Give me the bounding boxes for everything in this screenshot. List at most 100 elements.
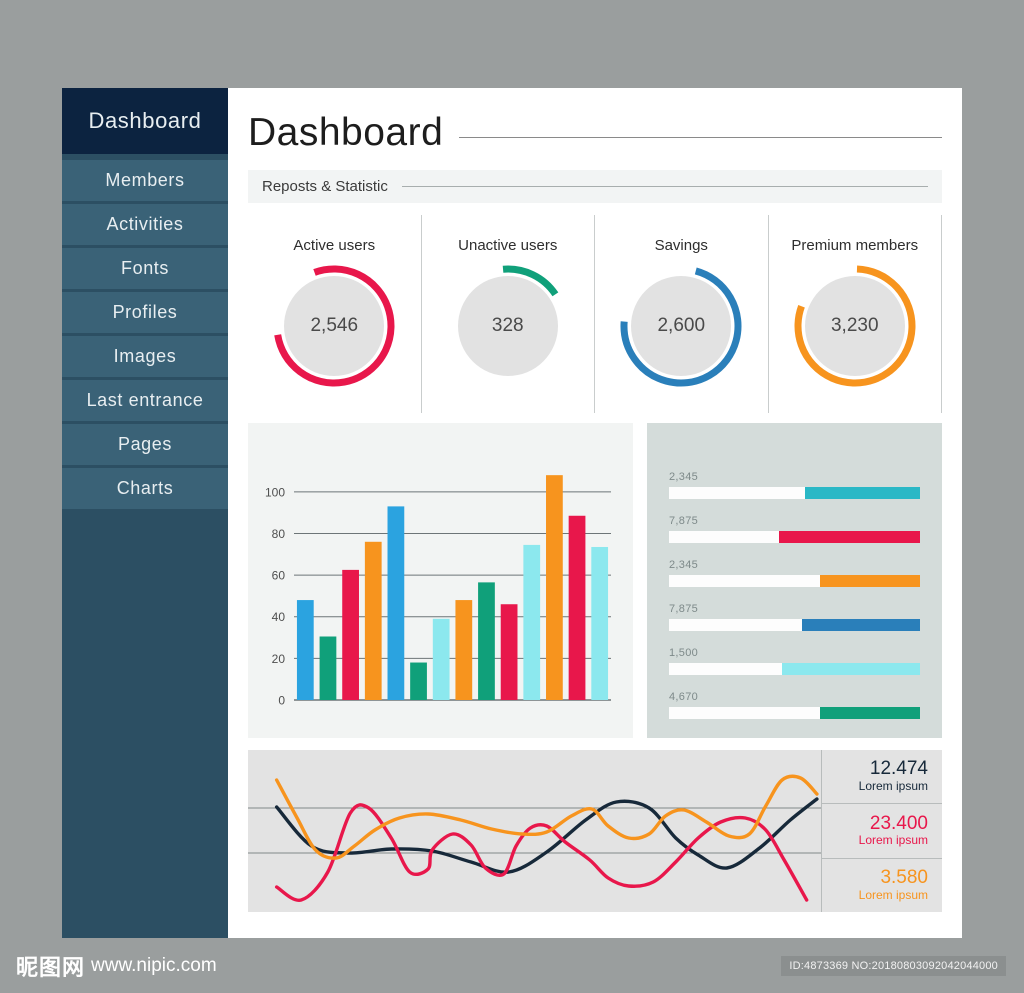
sidebar-item-images[interactable]: Images	[62, 336, 228, 377]
bar	[546, 475, 563, 700]
sidebar: Dashboard Members Activities Fonts Profi…	[62, 88, 228, 938]
progress-bar-label: 2,345	[669, 471, 699, 483]
stat-card-savings: Savings 2,600	[594, 215, 768, 413]
progress-bar-fill	[802, 619, 920, 631]
bar	[387, 506, 405, 700]
y-axis-tick-label: 40	[272, 610, 286, 624]
legend-value: 3.580	[880, 866, 928, 888]
bar	[319, 636, 337, 700]
progress-bar-item: 2,345	[669, 559, 920, 587]
progress-bar-fill	[804, 487, 920, 499]
bar-chart-svg: 0 20 40 60 80 100	[265, 475, 611, 708]
progress-bar-fill	[779, 531, 920, 543]
stat-card-value: 2,600	[657, 315, 706, 336]
bar	[591, 546, 609, 700]
stat-card-title: Savings	[654, 237, 708, 254]
legend-item: 12.474 Lorem ipsum	[822, 750, 942, 805]
progress-bar-label: 4,670	[669, 691, 699, 703]
bar	[342, 569, 359, 700]
stat-cards-row: Active users 2,546 Unactive users 328 Saving…	[248, 215, 942, 413]
stat-card-title: Active users	[293, 237, 376, 254]
donut-chart: 2,546	[268, 260, 400, 392]
stat-card-value: 3,230	[830, 315, 879, 336]
progress-bar-track	[669, 575, 920, 587]
bar	[478, 582, 495, 700]
legend-label: Lorem ipsum	[858, 833, 928, 848]
sidebar-item-activities[interactable]: Activities	[62, 204, 228, 245]
progress-bars-panel: 2,345 7,875 2,345 7,875 1,500 4,670	[647, 423, 942, 738]
sidebar-item-last-entrance[interactable]: Last entrance	[62, 380, 228, 421]
progress-bar-label: 7,875	[669, 515, 699, 527]
progress-bar-label: 2,345	[669, 559, 699, 571]
sidebar-item-charts[interactable]: Charts	[62, 468, 228, 509]
legend-item: 23.400 Lorem ipsum	[822, 804, 942, 859]
sidebar-item-members[interactable]: Members	[62, 160, 228, 201]
sidebar-item-label: Dashboard	[88, 108, 202, 133]
legend-value: 23.400	[869, 812, 928, 834]
sidebar-item-dashboard[interactable]: Dashboard	[62, 88, 228, 154]
sidebar-item-label: Activities	[106, 214, 184, 234]
bar	[364, 541, 382, 700]
progress-bar-label: 7,875	[669, 603, 699, 615]
sidebar-item-label: Fonts	[120, 258, 170, 278]
progress-bar-fill	[819, 707, 920, 719]
sidebar-item-pages[interactable]: Pages	[62, 424, 228, 465]
y-axis-tick-label: 0	[278, 694, 285, 708]
bar	[523, 544, 541, 700]
progress-bar-label: 1,500	[669, 647, 699, 659]
sidebar-item-label: Images	[113, 346, 177, 366]
progress-bar-fill	[819, 575, 920, 587]
legend-label: Lorem ipsum	[858, 887, 928, 902]
legend-label: Lorem ipsum	[858, 779, 928, 794]
progress-bar-item: 7,875	[669, 603, 920, 631]
donut-chart: 2,600	[615, 260, 747, 392]
progress-bar-list: 2,345 7,875 2,345 7,875 1,500 4,670	[647, 423, 942, 719]
sidebar-item-fonts[interactable]: Fonts	[62, 248, 228, 289]
sidebar-item-label: Pages	[117, 434, 173, 454]
line-chart-svg	[248, 750, 821, 912]
sidebar-item-profiles[interactable]: Profiles	[62, 292, 228, 333]
watermark-bar: 昵图网 www.nipic.com ID:4873369 NO:20180803…	[0, 938, 1024, 993]
page-title-row: Dashboard	[248, 104, 942, 162]
section-header: Reposts & Statistic	[248, 170, 942, 203]
stat-card-title: Unactive users	[458, 237, 558, 254]
bar	[296, 600, 314, 700]
bar	[568, 515, 586, 700]
legend-value: 12.474	[869, 758, 928, 780]
sidebar-empty-area	[62, 512, 228, 938]
sidebar-item-label: Members	[105, 170, 185, 190]
watermark-logo: 昵图网	[16, 954, 86, 980]
line-chart-legend: 12.474 Lorem ipsum 23.400 Lorem ipsum 3.580 L…	[821, 750, 942, 912]
stat-card-value: 328	[491, 315, 524, 336]
progress-bar-fill	[781, 663, 920, 675]
line-chart-plot	[248, 750, 821, 912]
donut-chart: 3,230	[789, 260, 921, 392]
progress-bar-item: 4,670	[669, 691, 920, 719]
bar	[432, 618, 450, 700]
y-axis-tick-label: 60	[272, 569, 286, 583]
bar	[455, 600, 473, 700]
progress-bar-item: 7,875	[669, 515, 920, 543]
section-header-divider	[401, 186, 928, 187]
y-axis-tick-label: 20	[272, 652, 286, 666]
line-chart-panel: 12.474 Lorem ipsum 23.400 Lorem ipsum 3.580 L…	[248, 750, 942, 912]
progress-bar-track	[669, 619, 920, 631]
stat-card-unactive-users: Unactive users 328	[420, 215, 595, 413]
sidebar-item-label: Profiles	[112, 302, 178, 322]
main-content: Dashboard Reposts & Statistic Active use…	[228, 88, 962, 938]
y-axis-tick-label: 80	[272, 527, 286, 541]
page-title: Dashboard	[248, 111, 444, 154]
y-axis-tick-label: 100	[265, 485, 285, 499]
progress-bar-item: 2,345	[669, 471, 920, 499]
stat-card-premium-members: Premium members 3,230	[767, 215, 942, 413]
charts-row: 0 20 40 60 80 100 2,345 7,875 2,345 7,875 1,500 4,…	[248, 423, 942, 738]
progress-bar-track	[669, 707, 920, 719]
watermark-id: ID:4873369 NO:20180803092042044000	[781, 955, 1006, 976]
bar	[500, 604, 518, 700]
progress-bar-track	[669, 663, 920, 675]
sidebar-item-label: Charts	[116, 478, 174, 498]
donut-chart: 328	[442, 260, 574, 392]
stat-card-value: 2,546	[310, 315, 359, 336]
progress-bar-track	[669, 487, 920, 499]
progress-bar-item: 1,500	[669, 647, 920, 675]
